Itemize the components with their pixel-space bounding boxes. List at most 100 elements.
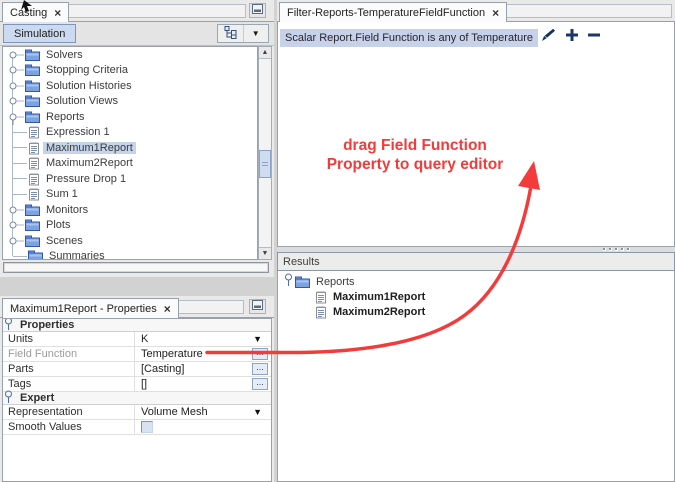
tree-item-scenes[interactable]: Scenes (4, 233, 256, 249)
tree-item-maximum2report[interactable]: Maximum2Report (4, 156, 256, 172)
report-icon (28, 125, 40, 139)
folder-icon (295, 276, 310, 288)
section-header-properties[interactable]: Properties (3, 319, 271, 332)
scrollbar-thumb[interactable] (259, 150, 271, 178)
tree-handle-collapsed-icon[interactable] (6, 47, 24, 63)
tree-item-label: Maximum1Report (43, 141, 136, 154)
simulation-toolbar: Simulation ▼ (0, 22, 274, 46)
tree-handle-collapsed-icon[interactable] (6, 202, 24, 218)
tree-view-dropdown-button[interactable]: ▼ (244, 25, 269, 42)
query-expression[interactable]: Scalar Report.Field Function is any of T… (280, 29, 539, 47)
edit-pencil-icon[interactable] (540, 27, 557, 42)
scroll-down-icon[interactable]: ▼ (259, 247, 271, 259)
dropdown-arrow-icon[interactable]: ▼ (253, 407, 262, 417)
tab-filter[interactable]: Filter-Reports-TemperatureFieldFunction … (279, 2, 508, 22)
tree-item-reports[interactable]: Reports (4, 109, 256, 125)
results-item-maximum2report[interactable]: Maximum2Report (314, 304, 425, 319)
property-label: Parts (3, 362, 135, 376)
tab-filter-label: Filter-Reports-TemperatureFieldFunction (287, 6, 486, 19)
tree-item-label: Solution Histories (46, 79, 132, 92)
folder-icon (25, 111, 40, 123)
tree-handle-collapsed-icon[interactable] (6, 217, 24, 233)
tree-item-solution-histories[interactable]: Solution Histories (4, 78, 256, 94)
tab-casting[interactable]: Casting × (2, 2, 70, 22)
minimize-button[interactable] (249, 3, 266, 18)
property-value[interactable] (135, 420, 271, 434)
checkbox[interactable] (141, 421, 153, 433)
scroll-up-icon[interactable]: ▲ (259, 47, 271, 59)
close-icon[interactable]: × (54, 7, 61, 19)
property-label: Tags (3, 377, 135, 391)
tree-item-label: Pressure Drop 1 (46, 172, 127, 185)
annotation-text: drag Field Function Property to query ed… (302, 136, 528, 174)
tree-handle-expanded-icon[interactable] (283, 273, 294, 290)
results-item-label: Maximum1Report (333, 290, 426, 303)
folder-icon (25, 204, 40, 216)
tree-item-expression-1[interactable]: Expression 1 (4, 125, 256, 141)
results-item-label: Reports (316, 275, 355, 288)
dropdown-arrow-icon[interactable]: ▼ (253, 334, 262, 344)
close-icon[interactable]: × (164, 303, 171, 315)
section-expander-icon[interactable] (3, 390, 14, 407)
property-value[interactable]: Temperature... (135, 347, 271, 361)
filter-panel: Filter-Reports-TemperatureFieldFunction … (277, 0, 675, 482)
tree-item-plots[interactable]: Plots (4, 218, 256, 234)
tree-item-label: Expression 1 (46, 126, 110, 139)
ellipsis-button[interactable]: ... (252, 348, 268, 360)
tree-filter-bar[interactable] (3, 262, 269, 273)
tree-handle-collapsed-icon[interactable] (6, 78, 24, 94)
section-title: Properties (20, 319, 75, 331)
tree-item-pressure-drop-1[interactable]: Pressure Drop 1 (4, 171, 256, 187)
tree-handle-expanded-icon[interactable] (6, 109, 24, 125)
tree-connector (13, 255, 27, 257)
tree-item-sum-1[interactable]: Sum 1 (4, 187, 256, 203)
tree-handle-collapsed-icon[interactable] (6, 93, 24, 109)
minimize-button[interactable] (249, 299, 266, 314)
tree-item-label: Maximum2Report (46, 157, 133, 170)
ellipsis-button[interactable]: ... (252, 363, 268, 375)
tree-handle-collapsed-icon[interactable] (6, 62, 24, 78)
tree-item-label: Plots (46, 219, 71, 232)
tree-item-monitors[interactable]: Monitors (4, 202, 256, 218)
property-label: Field Function (3, 347, 135, 361)
property-label: Smooth Values (3, 420, 135, 434)
tree-item-summaries[interactable]: Summaries (4, 249, 256, 259)
property-value[interactable]: [Casting]... (135, 362, 271, 376)
tree-item-maximum1report[interactable]: Maximum1Report (4, 140, 256, 156)
folder-icon (28, 250, 43, 259)
simulation-button[interactable]: Simulation (3, 24, 77, 43)
property-grid: Properties Units K ▼ Field Function Temperatu… (2, 318, 272, 482)
tree-handle-collapsed-icon[interactable] (6, 233, 24, 249)
tab-properties[interactable]: Maximum1Report - Properties × (2, 298, 179, 318)
property-value[interactable]: K ▼ (135, 332, 271, 346)
tree-item-label: Solvers (46, 48, 83, 61)
filter-tabstrip: Filter-Reports-TemperatureFieldFunction … (277, 0, 675, 22)
tree-view-button[interactable] (218, 25, 243, 42)
results-item-reports[interactable]: Reports (283, 273, 355, 290)
query-row[interactable]: Scalar Report.Field Function is any of T… (280, 29, 539, 47)
tree-vertical-scrollbar[interactable]: ▲ ▼ (258, 46, 272, 260)
property-row-parts: Parts [Casting]... (3, 362, 271, 377)
ellipsis-button[interactable]: ... (252, 378, 268, 390)
tabstrip-filler (178, 300, 244, 314)
report-icon (28, 156, 40, 170)
tree-item-solvers[interactable]: Solvers (4, 47, 256, 63)
close-icon[interactable]: × (492, 7, 499, 19)
property-value-text: Volume Mesh (141, 406, 208, 418)
property-value-text: Temperature (141, 348, 203, 360)
tree-item-label: Reports (46, 110, 85, 123)
tree-item-label: Solution Views (46, 95, 118, 108)
add-condition-icon[interactable] (565, 28, 579, 42)
simulation-button-label: Simulation (14, 27, 66, 40)
folder-icon (25, 49, 40, 61)
tree-item-stopping-criteria[interactable]: Stopping Criteria (4, 63, 256, 79)
folder-icon (25, 95, 40, 108)
property-value[interactable]: []... (135, 377, 271, 391)
results-item-maximum1report[interactable]: Maximum1Report (314, 289, 425, 304)
minimize-icon (252, 300, 263, 313)
property-value[interactable]: Volume Mesh ▼ (135, 405, 271, 419)
folder-icon (25, 64, 40, 77)
tree-item-solution-views[interactable]: Solution Views (4, 94, 256, 110)
section-header-expert[interactable]: Expert (3, 390, 271, 407)
remove-condition-icon[interactable] (587, 28, 601, 42)
